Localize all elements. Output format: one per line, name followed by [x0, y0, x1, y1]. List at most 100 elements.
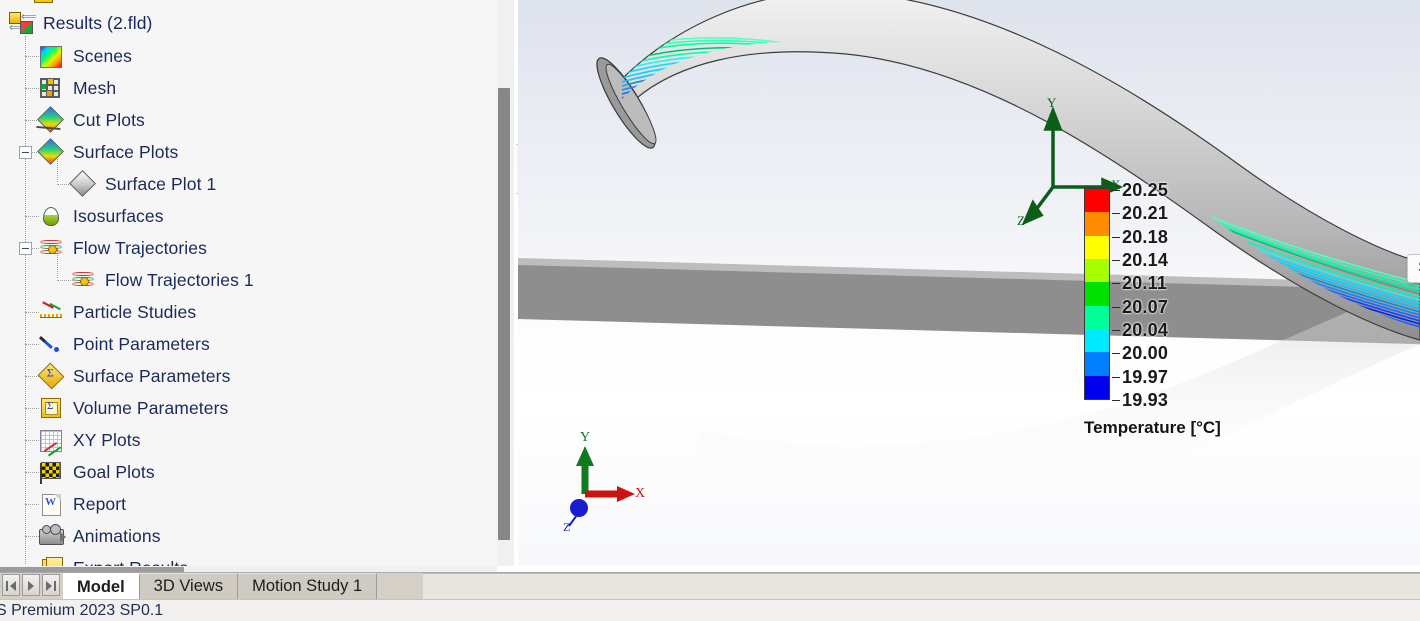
legend-value: 20.18 — [1122, 226, 1169, 247]
tree-item-cut-plots[interactable]: Cut Plots — [37, 104, 145, 136]
viewport-triad-x-label: X — [635, 486, 646, 501]
tree-item-label: Goal Plots — [73, 461, 155, 482]
mesh-icon — [38, 76, 64, 100]
tree-connector-line — [25, 344, 39, 345]
tree-item-label: Scenes — [73, 45, 132, 66]
legend-tick-2 — [1112, 236, 1120, 238]
viewport-triad-y-label: Y — [580, 430, 591, 445]
legend-value: 20.21 — [1122, 203, 1169, 224]
tree-item-label: Point Parameters — [73, 333, 210, 354]
tree-item-particle-studies[interactable]: Particle Studies — [38, 296, 196, 328]
surface-plots-icon — [37, 138, 64, 165]
tabs-container[interactable]: Model 3D Views Motion Study 1 — [63, 573, 378, 600]
tree-item-label: Volume Parameters — [73, 397, 229, 418]
bottom-tab-bar[interactable]: Model 3D Views Motion Study 1 — [0, 572, 1420, 600]
model-sweep-thin-tube[interactable] — [518, 0, 1420, 566]
tree-item-label: Animations — [73, 525, 161, 546]
tree-vertical-scrollbar[interactable] — [497, 0, 514, 566]
legend-swatch-4 — [1085, 282, 1109, 306]
legend-value: 19.93 — [1122, 390, 1169, 410]
legend-tick-9 — [1112, 400, 1120, 401]
legend-swatch-5 — [1085, 305, 1109, 329]
tree-item-flow-trajectories-1[interactable]: Flow Trajectories 1 — [70, 264, 254, 296]
status-bar: S Premium 2023 SP0.1 — [0, 599, 1420, 621]
nav-next-arrow-icon — [46, 581, 52, 591]
tab-model[interactable]: Model — [63, 573, 140, 600]
model-triad-y-label: Y — [1047, 95, 1057, 110]
nav-prev-arrow-icon — [28, 581, 34, 591]
tree-connector-line — [25, 440, 39, 441]
tree-connector-line — [25, 216, 39, 217]
nav-prev-button[interactable] — [22, 574, 40, 596]
tree-item-point-parameters[interactable]: Point Parameters — [38, 328, 210, 360]
tree-item-scenes[interactable]: Scenes — [38, 40, 132, 72]
goal-plots-icon — [38, 460, 64, 484]
tree-item-report[interactable]: Report — [38, 488, 126, 520]
tree-item-results-root[interactable]: ⟸ ⟸ Results (2.fld) — [8, 7, 152, 39]
xy-plots-icon — [38, 428, 64, 452]
legend-value: 20.04 — [1122, 320, 1169, 340]
flow-trajectories-icon — [38, 236, 64, 260]
legend-swatch-0 — [1085, 189, 1109, 213]
legend-title: Temperature [°C] — [1084, 418, 1221, 437]
tree-item-animations[interactable]: Animations — [38, 520, 161, 552]
tree-item-flow-trajectories[interactable]: Flow Trajectories — [38, 232, 207, 264]
nav-first-button[interactable] — [2, 574, 20, 596]
legend-swatch-3 — [1085, 258, 1109, 283]
tree-item-label: Surface Plots — [73, 141, 179, 162]
legend-value: 19.97 — [1122, 366, 1169, 387]
legend-ticks — [1112, 186, 1122, 402]
tree-root-label: Results (2.fld) — [43, 12, 153, 33]
tree-connector-line — [25, 472, 39, 473]
tab-motion-study-1[interactable]: Motion Study 1 — [238, 573, 378, 599]
tree-item-label: Particle Studies — [73, 301, 197, 322]
status-bar-text: S Premium 2023 SP0.1 — [0, 602, 164, 619]
tree-item-volume-parameters[interactable]: Volume Parameters — [38, 392, 228, 424]
tree-vertical-scrollbar-thumb[interactable] — [498, 88, 510, 540]
animations-icon — [38, 524, 66, 548]
tree-item-label: Surface Plot 1 — [105, 173, 217, 194]
tree-connector-line — [25, 536, 39, 537]
nav-next-bar-icon — [54, 581, 56, 591]
tree-item-label: Export Results — [73, 558, 188, 567]
legend-tick-8 — [1112, 376, 1120, 378]
point-parameters-icon — [38, 332, 64, 356]
legend-tick-1 — [1112, 213, 1120, 215]
legend-swatch-7 — [1085, 352, 1109, 376]
tree-item-label: XY Plots — [73, 429, 141, 450]
viewport-triad-z-label: Z — [563, 520, 571, 534]
legend-tick-7 — [1112, 353, 1120, 355]
tree-item-label: Isosurfaces — [73, 205, 164, 226]
tree-item-goal-plots[interactable]: Goal Plots — [38, 456, 155, 488]
tree-item-isosurfaces[interactable]: Isosurfaces — [38, 200, 164, 232]
entity-tooltip-sweep-thin1: Sweep-Thin1 — [1407, 254, 1420, 283]
scenes-icon — [38, 44, 64, 68]
legend-tick-4 — [1112, 283, 1120, 285]
legend-value: 20.25 — [1122, 180, 1169, 200]
isosurfaces-icon — [38, 204, 64, 228]
feature-tree-panel[interactable]: ⟸ ⟸ Results (2.fld) Scenes Mesh Cut Plots S… — [0, 0, 497, 566]
legend-swatch-8 — [1085, 375, 1109, 399]
nav-next-button[interactable] — [42, 574, 60, 596]
tree-item-surface-parameters[interactable]: Surface Parameters — [37, 360, 230, 392]
legend-swatch-6 — [1085, 328, 1109, 353]
tree-expander-flow-trajectories[interactable] — [19, 242, 32, 255]
tree-item-surface-plot-1[interactable]: Surface Plot 1 — [69, 168, 217, 200]
tree-item-surface-plots[interactable]: Surface Plots — [37, 136, 179, 168]
legend-tick-3 — [1112, 260, 1120, 261]
legend-color-bar — [1084, 188, 1110, 400]
tree-item-xy-plots[interactable]: XY Plots — [38, 424, 141, 456]
legend-value: 20.07 — [1122, 296, 1169, 317]
surface-parameters-icon — [37, 362, 65, 390]
tree-item-label: Report — [73, 493, 127, 514]
tab-navigation-buttons[interactable] — [2, 574, 60, 596]
legend-swatch-1 — [1085, 212, 1109, 236]
tab-3d-views[interactable]: 3D Views — [139, 573, 239, 599]
graphics-viewport[interactable]: Y X Z Sweep-Thin1 20.25 20.2120.18 20.14 20… — [518, 0, 1420, 566]
tree-item-mesh[interactable]: Mesh — [38, 72, 116, 104]
tree-item-export-results[interactable]: Export Results — [38, 552, 188, 566]
report-icon — [38, 492, 64, 516]
legend-tick-5 — [1112, 306, 1120, 308]
legend-value: 20.00 — [1122, 343, 1169, 364]
tree-expander-surface-plots[interactable] — [19, 146, 32, 159]
